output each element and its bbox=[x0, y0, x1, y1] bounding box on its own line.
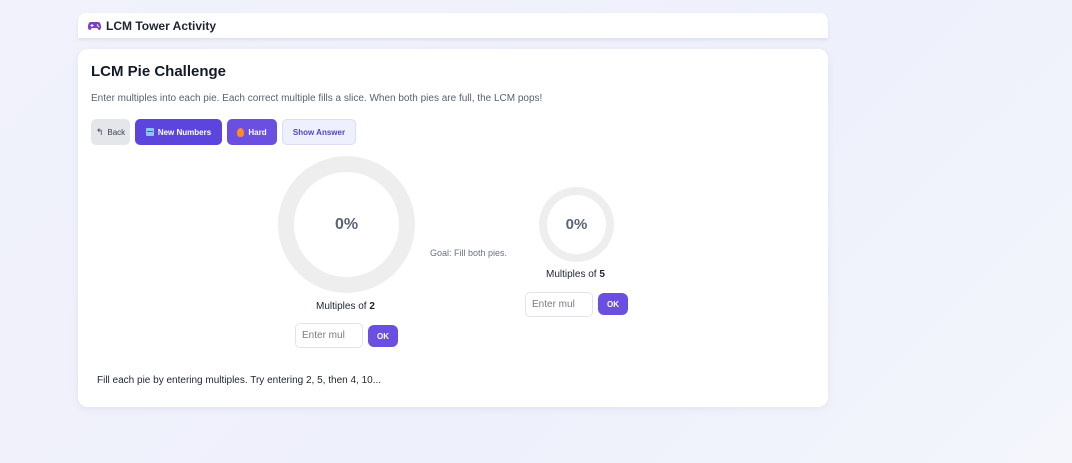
show-answer-label: Show Answer bbox=[292, 127, 346, 137]
hard-label: Hard bbox=[248, 127, 267, 137]
back-button-label: Back bbox=[107, 127, 126, 137]
new-numbers-label: New Numbers bbox=[157, 127, 212, 137]
ok-button-2[interactable]: OK bbox=[368, 325, 398, 347]
back-button[interactable]: ↰ Back bbox=[91, 119, 130, 145]
instructions-text: Enter multiples into each pie. Each corr… bbox=[91, 93, 543, 104]
show-answer-button[interactable]: Show Answer bbox=[282, 119, 356, 145]
ok-button-5[interactable]: OK bbox=[598, 293, 628, 315]
status-message: Fill each pie by entering multiples. Try… bbox=[97, 375, 382, 386]
multiple-input-2[interactable] bbox=[295, 323, 363, 348]
new-numbers-button[interactable]: New Numbers bbox=[135, 119, 222, 145]
pie-label-5: Multiples of 5 bbox=[546, 269, 605, 280]
pie-multiples-of-5: 0% bbox=[539, 187, 614, 262]
activity-header: LCM Tower Activity bbox=[78, 13, 828, 38]
pie-label-2: Multiples of 2 bbox=[316, 301, 375, 312]
hard-difficulty-button[interactable]: Hard bbox=[227, 119, 277, 145]
pie-percent: 0% bbox=[547, 195, 606, 254]
fire-icon bbox=[237, 127, 245, 137]
multiple-input-5[interactable] bbox=[525, 292, 593, 317]
pie-multiples-of-2: 0% bbox=[278, 156, 415, 293]
goal-text: Goal: Fill both pies. bbox=[430, 248, 508, 258]
activity-title: LCM Tower Activity bbox=[106, 18, 217, 33]
back-arrow-icon: ↰ bbox=[95, 126, 104, 137]
calendar-icon bbox=[145, 128, 154, 136]
challenge-card: LCM Pie Challenge Enter multiples into e… bbox=[78, 49, 828, 407]
page-title: LCM Pie Challenge bbox=[91, 63, 227, 80]
pie-percent: 0% bbox=[294, 172, 399, 277]
gamepad-icon bbox=[88, 21, 101, 30]
